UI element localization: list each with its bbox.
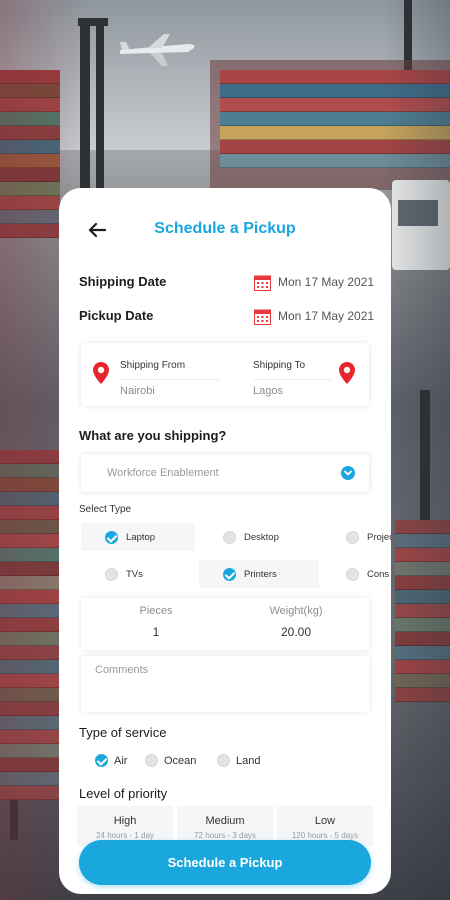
service-option-land[interactable]: Land [217,754,260,767]
unchecked-radio-icon [346,567,359,581]
checked-radio-icon [223,567,236,581]
type-option-projector[interactable]: Projec [324,523,391,551]
unchecked-radio-icon [105,567,118,581]
shipping-date-value: Mon 17 May 2021 [278,275,375,289]
checked-radio-icon [105,530,118,544]
priority-label: Level of priority [79,786,168,801]
service-type-label: Type of service [79,725,167,740]
pickup-date-picker[interactable]: Mon 17 May 2021 [254,306,374,326]
shipping-date-picker[interactable]: Mon 17 May 2021 [254,272,374,292]
weight-label: Weight(kg) [269,605,323,617]
page-title: Schedule a Pickup [154,220,296,237]
location-pin-icon [93,362,109,384]
weight-input[interactable]: 20.00 [231,625,361,639]
route-box: Shipping From Nairobi Shipping To Lagos [81,343,369,406]
service-option-air[interactable]: Air [95,754,127,767]
unchecked-radio-icon [346,530,359,544]
schedule-pickup-card: Schedule a Pickup Shipping Date Mon 17 M… [59,188,391,894]
schedule-pickup-button[interactable]: Schedule a Pickup [79,840,371,885]
unchecked-radio-icon [217,754,230,767]
shipping-category-value: Workforce Enablement [107,467,219,479]
type-option-printers[interactable]: Printers [199,560,319,588]
header: Schedule a Pickup [59,212,391,252]
shipping-from-label: Shipping From [120,360,186,371]
service-option-ocean[interactable]: Ocean [145,754,196,767]
chevron-down-icon [341,466,355,480]
shipping-category-select[interactable]: Workforce Enablement [81,454,369,492]
shipping-to-label: Shipping To [253,360,306,371]
unchecked-radio-icon [223,530,236,544]
shipping-date-label: Shipping Date [79,274,167,289]
shipping-question: What are you shipping? [79,428,227,443]
pickup-date-value: Mon 17 May 2021 [278,309,375,323]
pieces-input[interactable]: 1 [91,625,221,639]
pickup-date-label: Pickup Date [79,308,154,323]
quantity-box: Pieces 1 Weight(kg) 20.00 [81,598,369,650]
select-type-label: Select Type [79,504,132,515]
pieces-label: Pieces [139,605,173,617]
shipping-to-input[interactable]: Lagos [253,385,283,397]
unchecked-radio-icon [145,754,158,767]
calendar-icon [254,309,271,325]
type-option-consoles[interactable]: Cons [324,560,391,588]
type-option-tvs[interactable]: TVs [81,560,195,588]
type-option-desktop[interactable]: Desktop [199,523,319,551]
type-option-laptop[interactable]: Laptop [81,523,195,551]
comments-placeholder: Comments [95,664,149,676]
location-pin-icon [339,362,355,384]
calendar-icon [254,275,271,291]
comments-field[interactable]: Comments [81,656,369,712]
checked-radio-icon [95,754,108,767]
shipping-from-input[interactable]: Nairobi [120,385,155,397]
